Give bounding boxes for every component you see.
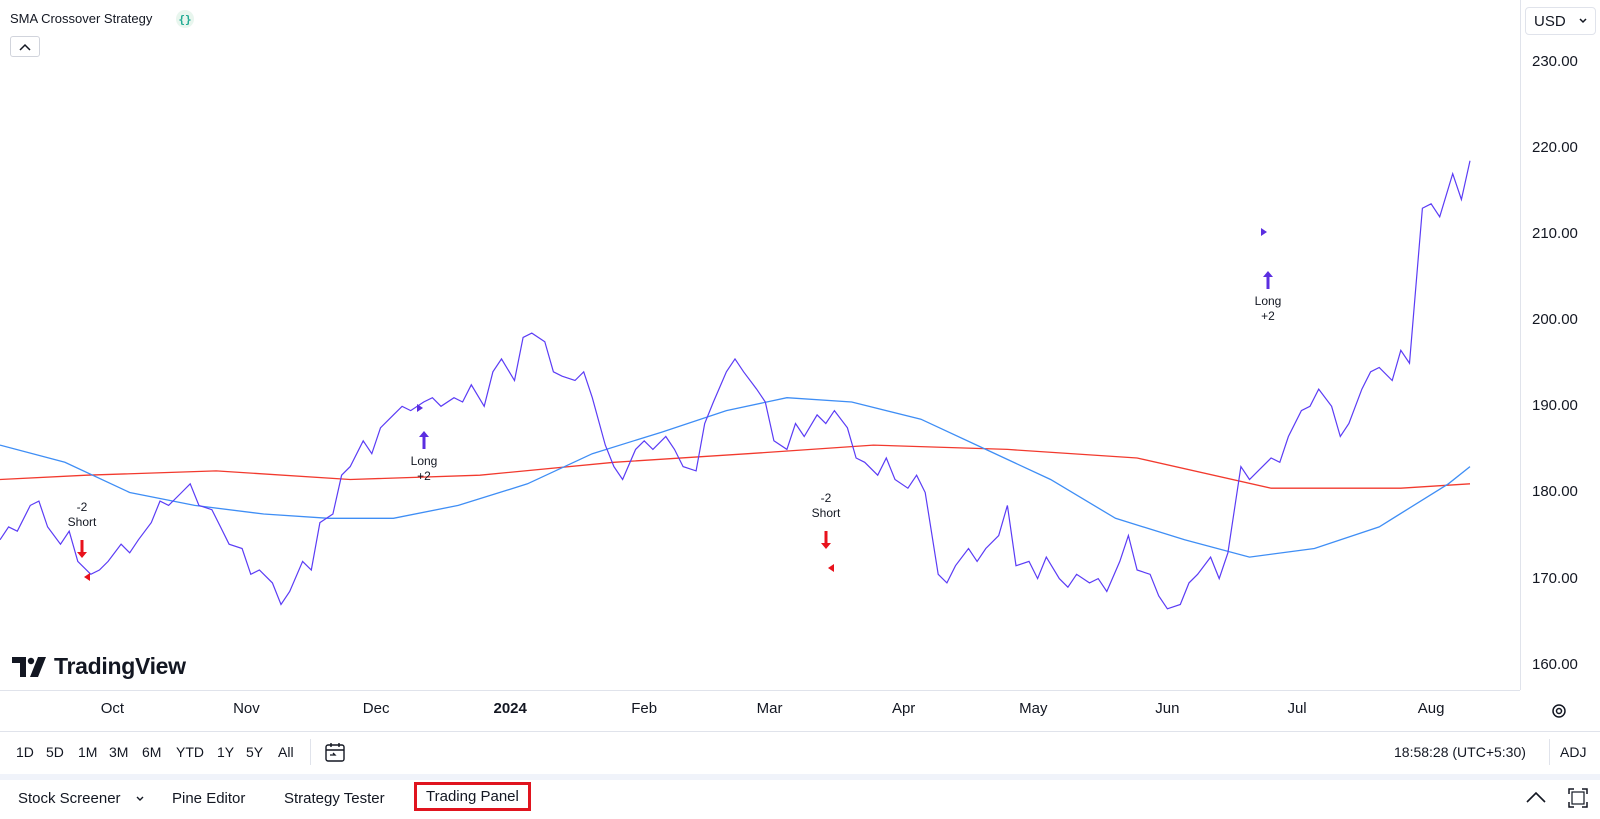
- sma-slow-line[interactable]: [0, 444, 1471, 489]
- tradingview-logo-icon: [12, 656, 46, 677]
- long-arrow-up-icon: [1263, 271, 1273, 289]
- collapse-legend-button[interactable]: [10, 36, 40, 57]
- trade-label-line1: Long: [1254, 294, 1282, 308]
- time-tick-label: Mar: [756, 700, 783, 717]
- price-tick-label: 210.00: [1532, 225, 1578, 242]
- tradingview-logo[interactable]: TradingView: [12, 653, 186, 680]
- range-button-1y[interactable]: 1Y: [217, 744, 234, 760]
- tab-stock-screener[interactable]: Stock Screener: [18, 790, 121, 807]
- range-button-3m[interactable]: 3M: [109, 744, 128, 760]
- price-tick-label: 180.00: [1532, 483, 1578, 501]
- trade-label-short[interactable]: -2 Short: [68, 500, 97, 530]
- price-tick-label: 190.00: [1532, 397, 1578, 415]
- trade-label-line1: Long: [410, 454, 438, 468]
- adj-toggle[interactable]: ADJ: [1560, 744, 1586, 760]
- range-button-1d[interactable]: 1D: [16, 744, 34, 760]
- maximize-panel-icon[interactable]: [1567, 787, 1589, 809]
- range-button-1m[interactable]: 1M: [78, 744, 97, 760]
- time-tick-label: 2024: [493, 700, 527, 717]
- trade-label-line1: -2: [820, 491, 832, 505]
- execution-marker[interactable]: [1260, 228, 1268, 236]
- trade-label-line1: -2: [76, 500, 88, 514]
- price-line[interactable]: [0, 160, 1471, 610]
- trade-label-line2: Short: [67, 515, 97, 529]
- strategy-legend-title[interactable]: SMA Crossover Strategy: [10, 11, 152, 26]
- chevron-up-icon: [19, 43, 31, 51]
- toolbar-divider: [310, 739, 311, 765]
- execution-marker[interactable]: [416, 404, 424, 412]
- code-braces-icon[interactable]: {}: [176, 10, 194, 28]
- long-arrow-up-icon: [419, 431, 429, 449]
- time-tick-label: Feb: [631, 700, 658, 717]
- sma-fast-line[interactable]: [0, 397, 1471, 558]
- execution-marker[interactable]: [83, 573, 91, 581]
- chevron-down-icon[interactable]: [135, 794, 145, 804]
- tab-pine-editor[interactable]: Pine Editor: [172, 790, 245, 807]
- time-tick-label: Aug: [1417, 700, 1445, 717]
- execution-marker[interactable]: [827, 564, 835, 572]
- trade-label-line2: Short: [811, 506, 841, 520]
- trade-label-short[interactable]: -2 Short: [812, 491, 841, 521]
- clock-readout[interactable]: 18:58:28 (UTC+5:30): [1394, 744, 1526, 760]
- trade-label-long[interactable]: Long +2: [411, 454, 438, 484]
- date-range-calendar-icon[interactable]: [323, 741, 347, 765]
- trade-label-line2: +2: [417, 469, 431, 483]
- range-button-5y[interactable]: 5Y: [246, 744, 263, 760]
- price-tick-label: 200.00: [1532, 311, 1578, 329]
- axis-settings-icon[interactable]: [1548, 700, 1570, 722]
- time-tick-label: Jul: [1287, 700, 1307, 717]
- price-chart[interactable]: [0, 0, 1520, 690]
- price-tick-label: 220.00: [1532, 138, 1578, 156]
- tab-trading-panel[interactable]: Trading Panel: [414, 782, 531, 811]
- chevron-up-icon[interactable]: [1525, 790, 1547, 804]
- trade-label-long[interactable]: Long +2: [1255, 294, 1282, 324]
- time-tick-label: Jun: [1155, 700, 1180, 717]
- range-button-5d[interactable]: 5D: [46, 744, 64, 760]
- range-button-ytd[interactable]: YTD: [176, 744, 204, 760]
- trade-label-line2: +2: [1261, 309, 1275, 323]
- range-toolbar: [0, 731, 1600, 774]
- tab-strategy-tester[interactable]: Strategy Tester: [284, 790, 385, 807]
- price-tick-label: 160.00: [1532, 655, 1578, 673]
- time-tick-label: Apr: [891, 700, 916, 717]
- time-tick-label: May: [1019, 700, 1048, 717]
- tradingview-logo-text: TradingView: [54, 653, 186, 679]
- time-tick-label: Oct: [100, 700, 125, 717]
- short-arrow-down-icon: [821, 531, 831, 549]
- toolbar-divider: [1549, 739, 1550, 765]
- time-tick-label: Nov: [233, 700, 260, 717]
- range-button-6m[interactable]: 6M: [142, 744, 161, 760]
- price-tick-label: 230.00: [1532, 52, 1578, 70]
- price-tick-label: 170.00: [1532, 569, 1578, 587]
- time-tick-label: Dec: [362, 700, 390, 717]
- range-button-all[interactable]: All: [278, 744, 294, 760]
- short-arrow-down-icon: [77, 540, 87, 558]
